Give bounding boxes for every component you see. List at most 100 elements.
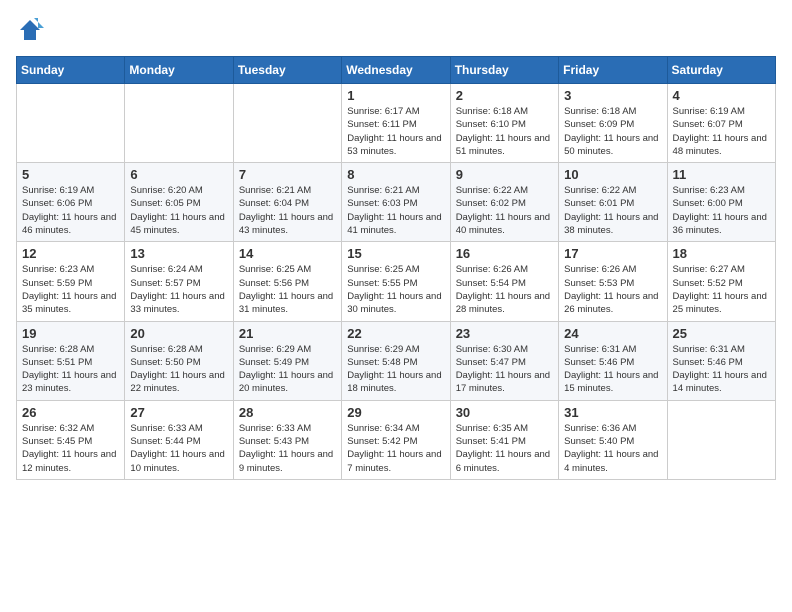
day-cell: 13 Sunrise: 6:24 AMSunset: 5:57 PMDayligh… (125, 242, 233, 321)
day-info: Sunrise: 6:28 AMSunset: 5:51 PMDaylight:… (22, 343, 119, 396)
week-row-2: 5 Sunrise: 6:19 AMSunset: 6:06 PMDaylight… (17, 163, 776, 242)
weekday-header-friday: Friday (559, 57, 667, 84)
weekday-header-wednesday: Wednesday (342, 57, 450, 84)
day-cell: 23 Sunrise: 6:30 AMSunset: 5:47 PMDayligh… (450, 321, 558, 400)
day-cell (125, 84, 233, 163)
day-number: 3 (564, 88, 661, 103)
day-cell: 11Sunrise: 6:23 AMSunset: 6:00 PMDayligh… (667, 163, 775, 242)
day-number: 18 (673, 246, 770, 261)
day-cell: 28 Sunrise: 6:33 AMSunset: 5:43 PMDayligh… (233, 400, 341, 479)
day-number: 5 (22, 167, 119, 182)
week-row-5: 26 Sunrise: 6:32 AMSunset: 5:45 PMDayligh… (17, 400, 776, 479)
day-info: Sunrise: 6:31 AMSunset: 5:46 PMDaylight:… (673, 343, 770, 396)
day-number: 17 (564, 246, 661, 261)
day-info: Sunrise: 6:36 AMSunset: 5:40 PMDaylight:… (564, 422, 661, 475)
day-cell: 20 Sunrise: 6:28 AMSunset: 5:50 PMDayligh… (125, 321, 233, 400)
day-number: 31 (564, 405, 661, 420)
day-number: 26 (22, 405, 119, 420)
day-info: Sunrise: 6:17 AMSunset: 6:11 PMDaylight:… (347, 105, 444, 158)
day-cell: 18 Sunrise: 6:27 AMSunset: 5:52 PMDayligh… (667, 242, 775, 321)
day-info: Sunrise: 6:25 AMSunset: 5:56 PMDaylight:… (239, 263, 336, 316)
day-number: 21 (239, 326, 336, 341)
day-number: 14 (239, 246, 336, 261)
day-number: 9 (456, 167, 553, 182)
day-cell: 24 Sunrise: 6:31 AMSunset: 5:46 PMDayligh… (559, 321, 667, 400)
weekday-header-tuesday: Tuesday (233, 57, 341, 84)
day-info: Sunrise: 6:18 AMSunset: 6:10 PMDaylight:… (456, 105, 553, 158)
day-info: Sunrise: 6:33 AMSunset: 5:43 PMDaylight:… (239, 422, 336, 475)
day-cell: 26 Sunrise: 6:32 AMSunset: 5:45 PMDayligh… (17, 400, 125, 479)
day-info: Sunrise: 6:22 AMSunset: 6:01 PMDaylight:… (564, 184, 661, 237)
day-cell: 10 Sunrise: 6:22 AMSunset: 6:01 PMDayligh… (559, 163, 667, 242)
day-number: 15 (347, 246, 444, 261)
day-cell: 15 Sunrise: 6:25 AMSunset: 5:55 PMDayligh… (342, 242, 450, 321)
day-cell: 16 Sunrise: 6:26 AMSunset: 5:54 PMDayligh… (450, 242, 558, 321)
day-number: 20 (130, 326, 227, 341)
day-cell: 19 Sunrise: 6:28 AMSunset: 5:51 PMDayligh… (17, 321, 125, 400)
day-number: 1 (347, 88, 444, 103)
day-info: Sunrise: 6:22 AMSunset: 6:02 PMDaylight:… (456, 184, 553, 237)
day-cell (233, 84, 341, 163)
day-cell: 8Sunrise: 6:21 AMSunset: 6:03 PMDaylight… (342, 163, 450, 242)
day-number: 4 (673, 88, 770, 103)
day-number: 6 (130, 167, 227, 182)
day-cell: 31 Sunrise: 6:36 AMSunset: 5:40 PMDayligh… (559, 400, 667, 479)
weekday-header-row: SundayMondayTuesdayWednesdayThursdayFrid… (17, 57, 776, 84)
day-cell: 7 Sunrise: 6:21 AMSunset: 6:04 PMDaylight… (233, 163, 341, 242)
day-info: Sunrise: 6:35 AMSunset: 5:41 PMDaylight:… (456, 422, 553, 475)
day-info: Sunrise: 6:23 AMSunset: 5:59 PMDaylight:… (22, 263, 119, 316)
day-info: Sunrise: 6:21 AMSunset: 6:04 PMDaylight:… (239, 184, 336, 237)
day-info: Sunrise: 6:32 AMSunset: 5:45 PMDaylight:… (22, 422, 119, 475)
day-number: 16 (456, 246, 553, 261)
day-cell: 3Sunrise: 6:18 AMSunset: 6:09 PMDaylight… (559, 84, 667, 163)
day-cell: 1 Sunrise: 6:17 AMSunset: 6:11 PMDaylight… (342, 84, 450, 163)
logo-icon (16, 16, 44, 44)
day-cell: 22Sunrise: 6:29 AMSunset: 5:48 PMDayligh… (342, 321, 450, 400)
day-info: Sunrise: 6:20 AMSunset: 6:05 PMDaylight:… (130, 184, 227, 237)
day-info: Sunrise: 6:30 AMSunset: 5:47 PMDaylight:… (456, 343, 553, 396)
day-info: Sunrise: 6:23 AMSunset: 6:00 PMDaylight:… (673, 184, 770, 237)
day-info: Sunrise: 6:29 AMSunset: 5:49 PMDaylight:… (239, 343, 336, 396)
day-cell: 4 Sunrise: 6:19 AMSunset: 6:07 PMDaylight… (667, 84, 775, 163)
page-header (16, 16, 776, 44)
day-number: 30 (456, 405, 553, 420)
day-cell (17, 84, 125, 163)
day-number: 19 (22, 326, 119, 341)
day-cell: 29Sunrise: 6:34 AMSunset: 5:42 PMDayligh… (342, 400, 450, 479)
calendar: SundayMondayTuesdayWednesdayThursdayFrid… (16, 56, 776, 480)
day-info: Sunrise: 6:26 AMSunset: 5:54 PMDaylight:… (456, 263, 553, 316)
day-number: 7 (239, 167, 336, 182)
day-number: 22 (347, 326, 444, 341)
week-row-3: 12Sunrise: 6:23 AMSunset: 5:59 PMDayligh… (17, 242, 776, 321)
day-info: Sunrise: 6:28 AMSunset: 5:50 PMDaylight:… (130, 343, 227, 396)
day-number: 2 (456, 88, 553, 103)
day-info: Sunrise: 6:27 AMSunset: 5:52 PMDaylight:… (673, 263, 770, 316)
day-info: Sunrise: 6:31 AMSunset: 5:46 PMDaylight:… (564, 343, 661, 396)
day-cell (667, 400, 775, 479)
day-info: Sunrise: 6:19 AMSunset: 6:07 PMDaylight:… (673, 105, 770, 158)
day-cell: 17Sunrise: 6:26 AMSunset: 5:53 PMDayligh… (559, 242, 667, 321)
day-number: 24 (564, 326, 661, 341)
weekday-header-monday: Monday (125, 57, 233, 84)
week-row-1: 1 Sunrise: 6:17 AMSunset: 6:11 PMDaylight… (17, 84, 776, 163)
day-cell: 21 Sunrise: 6:29 AMSunset: 5:49 PMDayligh… (233, 321, 341, 400)
day-number: 28 (239, 405, 336, 420)
day-cell: 9 Sunrise: 6:22 AMSunset: 6:02 PMDaylight… (450, 163, 558, 242)
day-info: Sunrise: 6:25 AMSunset: 5:55 PMDaylight:… (347, 263, 444, 316)
weekday-header-sunday: Sunday (17, 57, 125, 84)
day-number: 23 (456, 326, 553, 341)
week-row-4: 19 Sunrise: 6:28 AMSunset: 5:51 PMDayligh… (17, 321, 776, 400)
day-info: Sunrise: 6:24 AMSunset: 5:57 PMDaylight:… (130, 263, 227, 316)
day-info: Sunrise: 6:19 AMSunset: 6:06 PMDaylight:… (22, 184, 119, 237)
day-number: 13 (130, 246, 227, 261)
day-cell: 5 Sunrise: 6:19 AMSunset: 6:06 PMDaylight… (17, 163, 125, 242)
day-cell: 2 Sunrise: 6:18 AMSunset: 6:10 PMDaylight… (450, 84, 558, 163)
day-info: Sunrise: 6:33 AMSunset: 5:44 PMDaylight:… (130, 422, 227, 475)
day-cell: 27 Sunrise: 6:33 AMSunset: 5:44 PMDayligh… (125, 400, 233, 479)
day-cell: 6 Sunrise: 6:20 AMSunset: 6:05 PMDaylight… (125, 163, 233, 242)
logo (16, 16, 48, 44)
day-number: 27 (130, 405, 227, 420)
day-number: 10 (564, 167, 661, 182)
weekday-header-thursday: Thursday (450, 57, 558, 84)
day-number: 25 (673, 326, 770, 341)
